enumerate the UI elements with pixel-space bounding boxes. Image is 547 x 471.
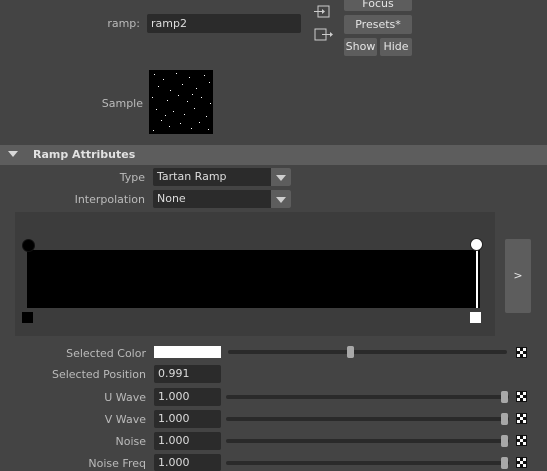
sample-swatch[interactable]: [149, 70, 213, 134]
ramp-color-handle-left[interactable]: [22, 239, 35, 252]
ramp-editor: [15, 212, 495, 336]
noise-freq-slider-handle[interactable]: [501, 457, 508, 469]
chevron-down-icon: [271, 190, 291, 208]
ramp-attributes-header[interactable]: Ramp Attributes: [0, 145, 547, 165]
ramp-delete-handle-right[interactable]: [470, 312, 481, 323]
ramp-delete-handle-left[interactable]: [22, 312, 33, 323]
noise-freq-field[interactable]: 1.000: [154, 454, 221, 471]
u-wave-slider-track[interactable]: [226, 395, 509, 399]
selected-color-label: Selected Color: [66, 347, 146, 360]
ramp-expand-button[interactable]: >: [505, 239, 531, 313]
map-texture-icon[interactable]: [516, 457, 527, 468]
noise-freq-label: Noise Freq: [88, 457, 146, 470]
collapse-arrow-icon: [8, 151, 18, 157]
show-button[interactable]: Show: [344, 38, 377, 56]
ramp-color-handle-right[interactable]: [470, 238, 483, 251]
u-wave-slider-handle[interactable]: [501, 391, 508, 403]
presets-button[interactable]: Presets*: [344, 15, 412, 34]
node-name-field[interactable]: ramp2: [147, 14, 301, 33]
interpolation-dropdown[interactable]: None: [153, 190, 291, 208]
type-dropdown-value: Tartan Ramp: [157, 170, 227, 183]
selected-color-slider-track[interactable]: [228, 350, 507, 354]
chevron-down-icon: [271, 168, 291, 186]
v-wave-field[interactable]: 1.000: [154, 410, 221, 428]
input-connection-icon[interactable]: [314, 4, 332, 20]
ramp-gradient[interactable]: [27, 250, 480, 308]
u-wave-label: U Wave: [104, 391, 146, 404]
noise-field[interactable]: 1.000: [154, 432, 221, 450]
selected-position-label: Selected Position: [51, 368, 146, 381]
map-texture-icon[interactable]: [516, 391, 527, 402]
selected-color-slider-handle[interactable]: [347, 346, 354, 358]
map-texture-icon[interactable]: [516, 435, 527, 446]
selected-position-field[interactable]: 0.991: [154, 365, 221, 383]
v-wave-slider-track[interactable]: [226, 417, 509, 421]
output-connection-icon[interactable]: [314, 27, 334, 43]
sample-label: Sample: [101, 97, 143, 110]
map-texture-icon[interactable]: [516, 347, 527, 358]
interpolation-label: Interpolation: [74, 193, 145, 206]
noise-freq-slider-track[interactable]: [226, 461, 509, 465]
noise-slider-handle[interactable]: [501, 435, 508, 447]
noise-slider-track[interactable]: [226, 439, 509, 443]
selected-color-swatch[interactable]: [154, 346, 221, 358]
focus-button[interactable]: Focus: [344, 0, 412, 11]
v-wave-label: V Wave: [104, 413, 146, 426]
map-texture-icon[interactable]: [516, 413, 527, 424]
node-name-label: ramp:: [107, 17, 140, 30]
noise-label: Noise: [115, 435, 146, 448]
v-wave-slider-handle[interactable]: [501, 413, 508, 425]
type-dropdown[interactable]: Tartan Ramp: [153, 168, 291, 186]
u-wave-field[interactable]: 1.000: [154, 388, 221, 406]
type-label: Type: [119, 171, 145, 184]
interpolation-dropdown-value: None: [157, 192, 186, 205]
section-title: Ramp Attributes: [33, 148, 136, 161]
hide-button[interactable]: Hide: [380, 38, 412, 56]
ramp-handle-line: [476, 250, 478, 308]
